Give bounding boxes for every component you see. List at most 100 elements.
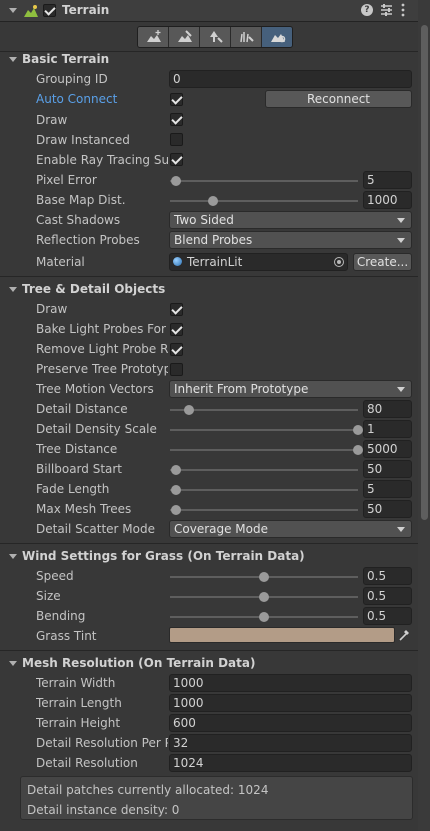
- tree-draw-label: Draw: [36, 302, 68, 316]
- fade-length-label: Fade Length: [36, 482, 110, 496]
- grouping-id-field[interactable]: 0: [169, 70, 412, 88]
- help-icon[interactable]: ?: [361, 4, 373, 16]
- wind-bending-field[interactable]: 0.5: [363, 607, 412, 625]
- wind-speed-slider[interactable]: [170, 572, 358, 582]
- reconnect-button[interactable]: Reconnect: [265, 90, 412, 108]
- paint-terrain-button[interactable]: [169, 27, 200, 47]
- mesh-resolution-foldout-arrow[interactable]: [9, 661, 17, 666]
- wind-size-label: Size: [36, 589, 61, 603]
- max-mesh-trees-slider[interactable]: [170, 505, 358, 515]
- slider-thumb[interactable]: [170, 505, 181, 515]
- wind-size-slider[interactable]: [170, 592, 358, 602]
- grass-tint-color-field[interactable]: [169, 627, 395, 643]
- divider: [0, 650, 418, 651]
- context-menu-icon[interactable]: [401, 3, 405, 20]
- section-mesh-resolution[interactable]: Mesh Resolution (On Terrain Data): [22, 656, 255, 670]
- material-field[interactable]: TerrainLit: [169, 253, 348, 271]
- grass-tint-label: Grass Tint: [36, 629, 97, 643]
- detail-scatter-mode-dropdown[interactable]: Coverage Mode: [169, 520, 412, 538]
- tree-distance-slider[interactable]: [170, 445, 363, 455]
- auto-connect-checkbox[interactable]: [170, 93, 183, 106]
- scrollbar-thumb[interactable]: [421, 25, 428, 520]
- draw-label: Draw: [36, 113, 68, 127]
- detail-res-per-patch-label: Detail Resolution Per Pa: [36, 736, 168, 750]
- create-neighbor-icon: [147, 30, 161, 42]
- bake-light-probes-checkbox[interactable]: [170, 323, 183, 336]
- terrain-height-label: Terrain Height: [36, 716, 121, 730]
- slider-thumb[interactable]: [259, 572, 269, 582]
- detail-scatter-mode-label: Detail Scatter Mode: [36, 522, 155, 536]
- create-neighbor-button[interactable]: [138, 27, 169, 47]
- ray-tracing-checkbox[interactable]: [170, 153, 183, 166]
- slider-thumb[interactable]: [208, 196, 219, 206]
- section-wind-settings[interactable]: Wind Settings for Grass (On Terrain Data…: [22, 549, 305, 563]
- max-mesh-trees-field[interactable]: 50: [363, 500, 412, 518]
- divider: [0, 276, 418, 277]
- wind-size-field[interactable]: 0.5: [363, 587, 412, 605]
- material-icon: [173, 257, 182, 266]
- draw-checkbox[interactable]: [170, 113, 183, 126]
- tree-draw-checkbox[interactable]: [170, 303, 183, 316]
- detail-density-label: Detail Density Scale: [36, 422, 157, 436]
- fade-length-slider[interactable]: [170, 485, 358, 495]
- preserve-tree-checkbox[interactable]: [170, 363, 183, 376]
- reflection-probes-label: Reflection Probes: [36, 233, 140, 247]
- tree-detail-foldout-arrow[interactable]: [9, 287, 17, 292]
- cast-shadows-label: Cast Shadows: [36, 213, 121, 227]
- section-tree-detail[interactable]: Tree & Detail Objects: [22, 282, 165, 296]
- terrain-tool-toolbar: [137, 26, 293, 48]
- detail-resolution-field[interactable]: 1024: [169, 754, 412, 772]
- pixel-error-label: Pixel Error: [36, 173, 97, 187]
- preset-icon[interactable]: [380, 3, 393, 20]
- cast-shadows-dropdown[interactable]: Two Sided: [169, 211, 412, 229]
- terrain-height-field[interactable]: 600: [169, 714, 412, 732]
- tree-motion-vectors-dropdown[interactable]: Inherit From Prototype: [169, 380, 412, 398]
- slider-thumb[interactable]: [170, 485, 181, 495]
- detail-res-per-patch-field[interactable]: 32: [169, 734, 412, 752]
- bake-light-probes-label: Bake Light Probes For T: [36, 322, 168, 336]
- terrain-length-field[interactable]: 1000: [169, 694, 412, 712]
- tree-distance-field[interactable]: 5000: [363, 440, 412, 458]
- reflection-probes-dropdown[interactable]: Blend Probes: [169, 231, 412, 249]
- fade-length-field[interactable]: 5: [363, 480, 412, 498]
- pixel-error-slider[interactable]: [170, 176, 358, 186]
- material-name: TerrainLit: [187, 255, 243, 269]
- eyedropper-icon[interactable]: [398, 628, 411, 645]
- detail-density-slider[interactable]: [170, 425, 363, 435]
- slider-thumb[interactable]: [259, 592, 269, 602]
- draw-instanced-label: Draw Instanced: [36, 133, 130, 147]
- detail-distance-slider[interactable]: [170, 405, 358, 415]
- slider-thumb[interactable]: [170, 176, 181, 186]
- base-map-dist-field[interactable]: 1000: [363, 191, 412, 209]
- remove-light-probe-checkbox[interactable]: [170, 343, 183, 356]
- terrain-width-field[interactable]: 1000: [169, 674, 412, 692]
- object-picker-icon[interactable]: [334, 257, 344, 267]
- slider-thumb[interactable]: [353, 425, 363, 435]
- terrain-settings-button[interactable]: [262, 27, 292, 47]
- detail-density-field[interactable]: 1: [363, 420, 412, 438]
- billboard-start-slider[interactable]: [170, 465, 358, 475]
- inspector-scrollbar[interactable]: [418, 0, 430, 831]
- paint-details-button[interactable]: [231, 27, 262, 47]
- wind-speed-field[interactable]: 0.5: [363, 567, 412, 585]
- wind-bending-slider[interactable]: [170, 612, 358, 622]
- component-enabled-checkbox[interactable]: [43, 4, 56, 17]
- base-map-dist-slider[interactable]: [170, 196, 358, 206]
- wind-foldout-arrow[interactable]: [9, 554, 17, 559]
- slider-thumb[interactable]: [183, 405, 194, 415]
- draw-instanced-checkbox[interactable]: [170, 133, 183, 146]
- component-title: Terrain: [62, 3, 110, 17]
- foldout-arrow[interactable]: [9, 8, 17, 13]
- slider-thumb[interactable]: [259, 612, 269, 622]
- slider-thumb[interactable]: [353, 445, 363, 455]
- basic-terrain-foldout-arrow[interactable]: [9, 57, 17, 62]
- pixel-error-field[interactable]: 5: [363, 171, 412, 189]
- paint-trees-button[interactable]: [200, 27, 231, 47]
- slider-thumb[interactable]: [170, 465, 181, 475]
- detail-density-info: Detail instance density: 0: [27, 803, 180, 817]
- create-material-button[interactable]: Create...: [353, 253, 412, 271]
- billboard-start-field[interactable]: 50: [363, 460, 412, 478]
- section-basic-terrain[interactable]: Basic Terrain: [22, 52, 109, 66]
- detail-patches-info: Detail patches currently allocated: 1024: [27, 783, 269, 797]
- detail-distance-field[interactable]: 80: [363, 400, 412, 418]
